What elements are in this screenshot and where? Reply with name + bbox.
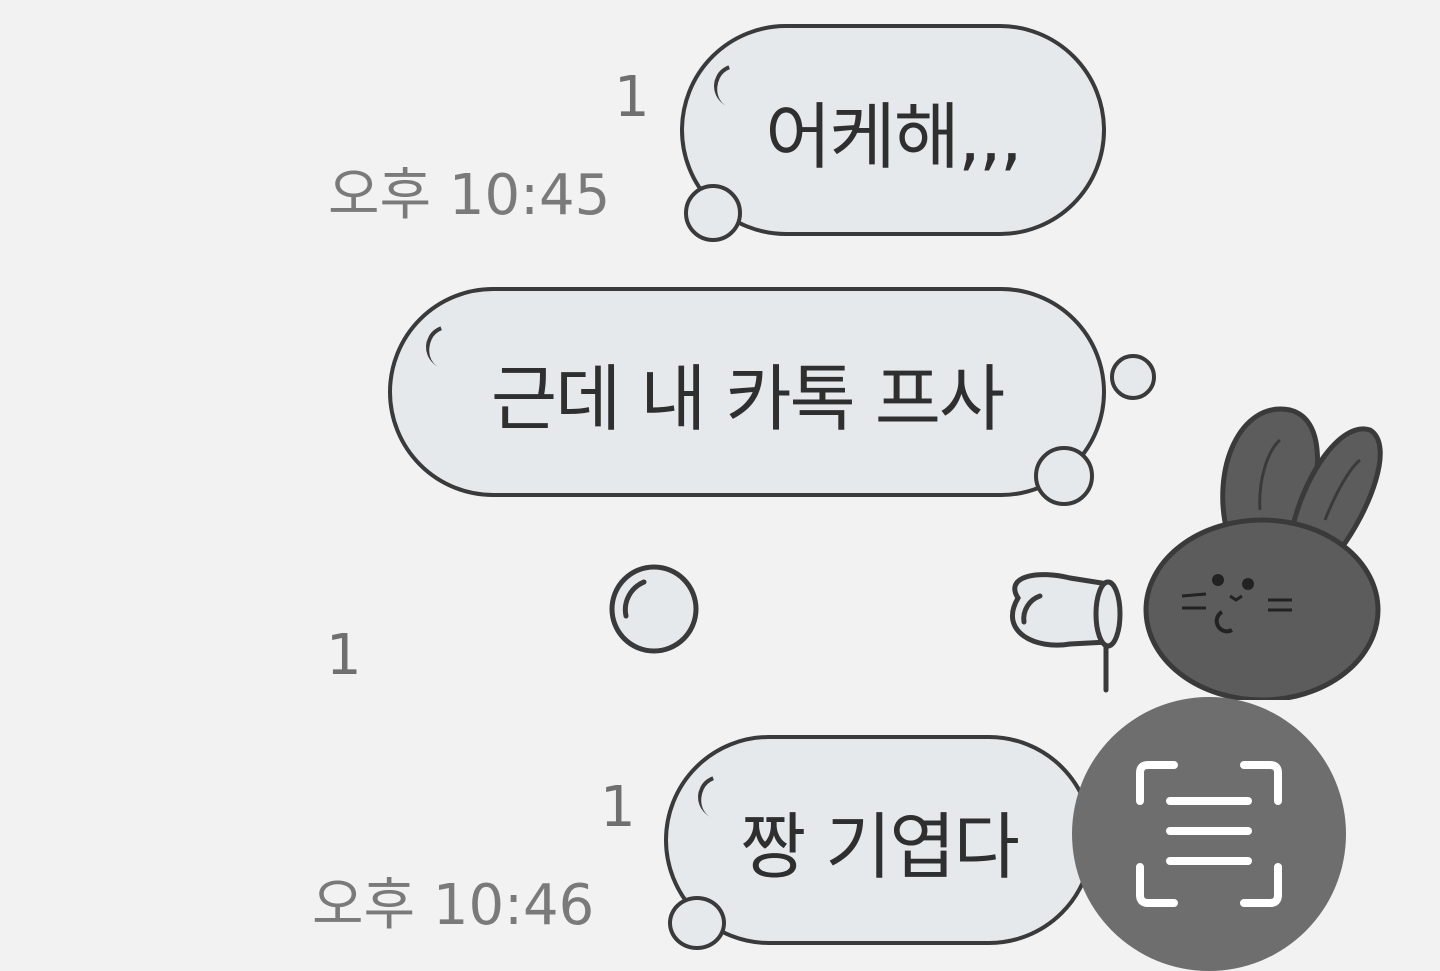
bubble-shine	[706, 56, 766, 116]
message-timestamp: 오후 10:45	[328, 163, 611, 228]
bubble-tail-dot	[1110, 354, 1156, 400]
read-count: 1	[614, 65, 650, 130]
read-count: 1	[600, 775, 636, 840]
bubble-tail-dot	[668, 896, 726, 950]
message-timestamp: 오후 10:46	[312, 873, 595, 938]
read-count: 1	[326, 623, 362, 688]
text-scan-button[interactable]	[1072, 697, 1346, 971]
message-text: 어케해,,,	[765, 94, 1022, 179]
message-bubble[interactable]: 어케해,,,	[680, 24, 1106, 236]
rabbit-blowing-bubble-sticker[interactable]	[600, 400, 1390, 700]
text-scan-icon	[1136, 761, 1282, 907]
bubble-tail-dot	[684, 184, 742, 242]
message-text: 짱 기엽다	[740, 804, 1020, 889]
bubble-shine	[418, 317, 478, 377]
message-bubble[interactable]: 짱 기엽다	[664, 735, 1094, 945]
